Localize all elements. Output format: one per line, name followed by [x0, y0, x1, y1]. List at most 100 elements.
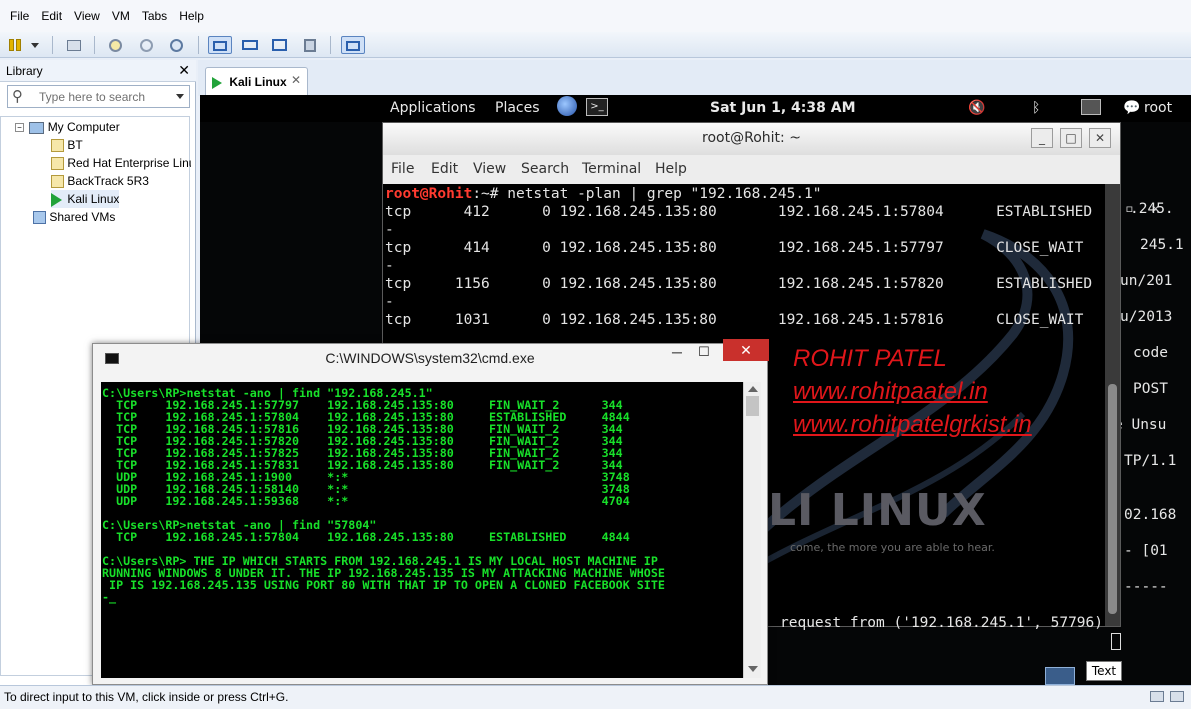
terminal-line: - [385, 294, 394, 310]
terminal-menu-search[interactable]: Search [521, 161, 569, 177]
terminal-line: tcp 1156 0 192.168.245.135:80 192.168.24… [385, 276, 1093, 292]
volume-muted-icon[interactable]: 🔇 [968, 100, 985, 116]
minimize-icon[interactable]: _ [1031, 128, 1053, 148]
thumbnail-view-icon[interactable] [341, 36, 365, 54]
terminal-icon[interactable]: >_ [586, 98, 608, 116]
scrollbar-thumb[interactable] [746, 396, 759, 416]
menu-view[interactable]: View [68, 7, 106, 25]
clock[interactable]: Sat Jun 1, 4:38 AM [710, 100, 856, 116]
vm-icon [51, 175, 64, 189]
terminal-menu-view[interactable]: View [473, 161, 506, 177]
library-search[interactable]: ⚲ Type here to search [7, 85, 190, 108]
scroll-up-icon[interactable] [748, 386, 758, 392]
tree-label: Shared VMs [49, 210, 116, 224]
applications-menu[interactable]: Applications [390, 100, 476, 116]
console-view-icon[interactable] [240, 36, 260, 54]
vm-icon [51, 157, 64, 171]
close-icon[interactable]: ✕ [723, 339, 769, 361]
tree-label: BackTrack 5R3 [67, 174, 149, 188]
terminal-line: - [385, 258, 394, 274]
background-text: ----- [1124, 579, 1168, 595]
close-icon[interactable]: ✕ [291, 73, 301, 87]
snapshot-manager-icon[interactable] [167, 36, 187, 54]
maximize-icon[interactable]: □ [1060, 128, 1082, 148]
terminal-menu-file[interactable]: File [391, 161, 414, 177]
running-vm-icon [212, 76, 222, 89]
tree-node-backtrack[interactable]: BackTrack 5R3 [51, 172, 149, 190]
tree-node-kali[interactable]: Kali Linux [51, 190, 120, 208]
background-text: u/2013 [1120, 309, 1173, 325]
search-input[interactable]: Type here to search [39, 90, 145, 104]
tree-label: BT [67, 138, 83, 152]
maximize-icon[interactable]: ☐ [691, 344, 717, 364]
background-text: code [1133, 345, 1168, 361]
browser-icon[interactable] [557, 96, 577, 116]
background-text: un/201 [1120, 273, 1173, 289]
scroll-down-icon[interactable] [748, 666, 758, 672]
menu-vm[interactable]: VM [106, 7, 136, 25]
cmd-window[interactable]: C:\WINDOWS\system32\cmd.exe ─ ☐ ✕ C:\Use… [92, 339, 769, 685]
collapse-icon[interactable]: − [15, 123, 24, 133]
chevron-down-icon[interactable] [176, 94, 184, 99]
terminal-line: - [385, 222, 394, 238]
status-bar: To direct input to this VM, click inside… [0, 685, 1191, 709]
chevron-down-icon[interactable] [28, 36, 42, 54]
close-icon[interactable]: ✕ [1089, 128, 1111, 148]
close-icon[interactable]: ✕ [178, 62, 190, 79]
revert-icon[interactable] [137, 36, 157, 54]
menu-file[interactable]: File [4, 7, 35, 25]
terminal-menu-edit[interactable]: Edit [431, 161, 458, 177]
unity-icon[interactable] [300, 36, 320, 54]
user-menu[interactable]: root [1144, 100, 1172, 116]
places-menu[interactable]: Places [495, 100, 540, 116]
terminal-scrollbar[interactable] [1105, 184, 1120, 626]
chat-icon[interactable]: 💬 [1123, 100, 1140, 116]
background-text: 02.168 [1124, 507, 1177, 523]
computer-icon [29, 121, 45, 134]
cmd-title-bar[interactable]: C:\WINDOWS\system32\cmd.exe ─ ☐ ✕ [93, 339, 769, 374]
scrollbar-thumb[interactable] [1108, 384, 1117, 614]
library-view-icon[interactable] [208, 36, 232, 54]
cmd-scrollbar[interactable] [743, 382, 761, 678]
cmd-line: -_ [102, 590, 117, 604]
taskbar-terminal-icon[interactable] [1045, 667, 1075, 685]
kali-watermark: LI LINUX [768, 485, 987, 536]
background-text: 245.1 [1140, 237, 1184, 253]
menu-bar: File Edit View VM Tabs Help [0, 0, 1191, 32]
library-header: Library ✕ [0, 60, 196, 82]
menu-tabs[interactable]: Tabs [136, 7, 173, 25]
hdd-icon[interactable] [1150, 691, 1164, 702]
tree-label: Kali Linux [67, 192, 120, 206]
network-status-icon[interactable] [1170, 691, 1184, 702]
terminal-menu-terminal[interactable]: Terminal [582, 161, 641, 177]
cmd-title: C:\WINDOWS\system32\cmd.exe [325, 350, 535, 366]
background-text: e Unsu [1114, 417, 1167, 433]
cmd-line: TCP 192.168.245.1:57804 192.168.245.135:… [102, 530, 630, 544]
tree-node-shared-vms[interactable]: Shared VMs [33, 208, 115, 226]
menu-help[interactable]: Help [173, 7, 210, 25]
overlay-website-1: www.rohitpaatel.in [793, 378, 988, 405]
tab-kali-linux[interactable]: Kali Linux ✕ [205, 67, 308, 95]
tree-node-redhat[interactable]: Red Hat Enterprise Linu [51, 154, 191, 172]
tree-node-my-computer[interactable]: − My Computer [15, 118, 120, 136]
bluetooth-icon[interactable]: ᛒ [1032, 100, 1040, 116]
tooltip-text: Text [1086, 661, 1122, 681]
terminal-title-bar[interactable]: root@Rohit: ~ _ □ ✕ [383, 123, 1120, 155]
overlay-website-2: www.rohitpatelgrkist.in [793, 411, 1032, 438]
tree-label: Red Hat Enterprise Linu [67, 156, 191, 170]
network-icon[interactable] [1081, 99, 1101, 115]
cmd-output[interactable]: C:\Users\RP>netstat -ano | find "192.168… [101, 382, 751, 678]
tree-node-bt[interactable]: BT [51, 136, 83, 154]
minimize-icon[interactable]: ─ [664, 344, 690, 364]
terminal-menu-help[interactable]: Help [655, 161, 687, 177]
pause-icon[interactable] [6, 36, 26, 54]
background-text: POST [1133, 381, 1168, 397]
network-icon[interactable] [64, 36, 84, 54]
menu-edit[interactable]: Edit [35, 7, 68, 25]
fullscreen-icon[interactable] [270, 36, 290, 54]
snapshot-icon[interactable] [106, 36, 126, 54]
library-title: Library [6, 64, 43, 78]
tree-label: My Computer [47, 120, 120, 134]
vm-icon [51, 139, 64, 153]
terminal-line: tcp 412 0 192.168.245.135:80 192.168.245… [385, 204, 1093, 220]
